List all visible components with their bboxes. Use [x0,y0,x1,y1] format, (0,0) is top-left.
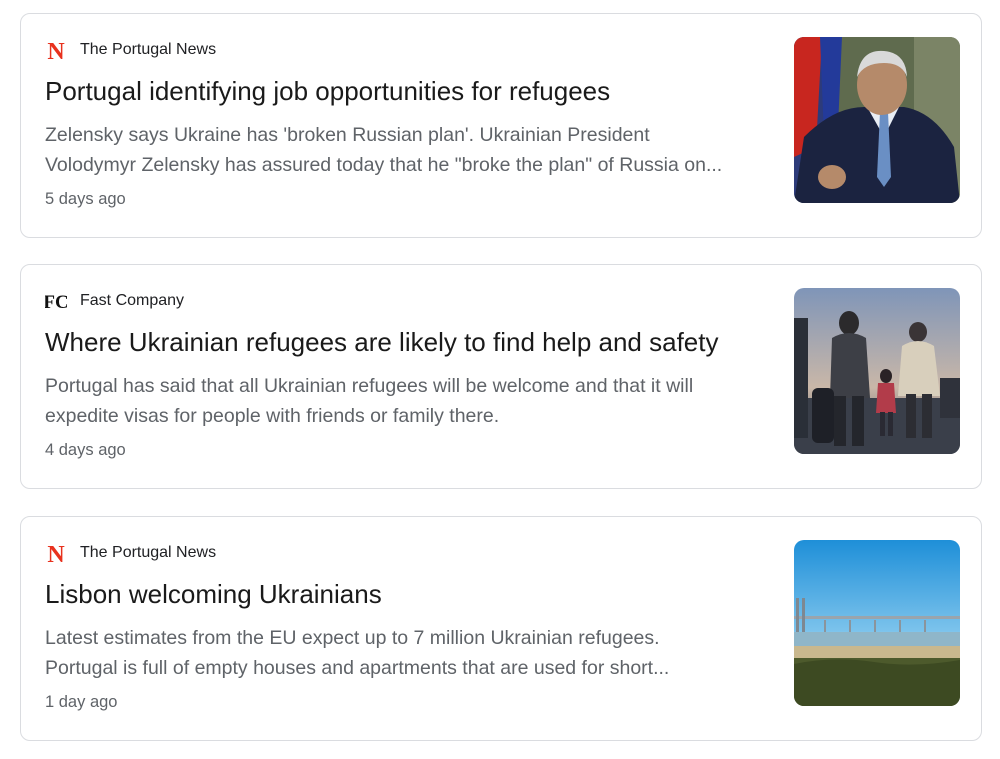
refugees-walking-photo[interactable] [794,288,960,454]
news-snippet-line: expedite visas for people with friends o… [45,404,500,427]
news-snippet: Latest estimates from the EU expect up t… [45,624,780,683]
news-source-name: The Portugal News [80,544,217,561]
svg-text:N: N [47,39,65,61]
news-card[interactable]: N The Portugal News Portugal identifying… [20,13,982,238]
news-snippet-line: Portugal has said that all Ukrainian ref… [45,375,694,397]
news-source-name: The Portugal News [80,41,217,58]
news-headline[interactable]: Where Ukrainian refugees are likely to f… [45,325,718,359]
news-snippet-line: Volodymyr Zelensky has assured today tha… [45,153,723,176]
news-source: FC Fast Company [45,290,184,312]
fast-company-logo-icon: FC [45,290,67,312]
news-source-name: Fast Company [80,292,185,309]
svg-text:FC: FC [45,292,67,312]
news-card[interactable]: FC Fast Company Where Ukrainian refugees… [20,264,982,489]
news-headline[interactable]: Portugal identifying job opportunities f… [45,74,610,108]
news-source: N The Portugal News [45,542,216,564]
news-date: 5 days ago [45,190,126,208]
news-snippet: Zelensky says Ukraine has 'broken Russia… [45,121,780,180]
news-date: 1 day ago [45,693,118,711]
news-snippet-line: Zelensky says Ukraine has 'broken Russia… [45,124,650,146]
news-snippet-line: Latest estimates from the EU expect up t… [45,627,660,649]
lisbon-bridge-photo[interactable] [794,540,960,706]
svg-text:N: N [47,542,65,564]
news-date: 4 days ago [45,441,126,459]
the-portugal-news-logo-icon: N [45,542,67,564]
news-headline[interactable]: Lisbon welcoming Ukrainians [45,577,382,611]
politician-speaking-photo[interactable] [794,37,960,203]
news-source: N The Portugal News [45,39,216,61]
news-card[interactable]: N The Portugal News Lisbon welcoming Ukr… [20,516,982,741]
news-snippet: Portugal has said that all Ukrainian ref… [45,372,780,431]
news-snippet-line: Portugal is full of empty houses and apa… [45,656,670,679]
the-portugal-news-logo-icon: N [45,39,67,61]
